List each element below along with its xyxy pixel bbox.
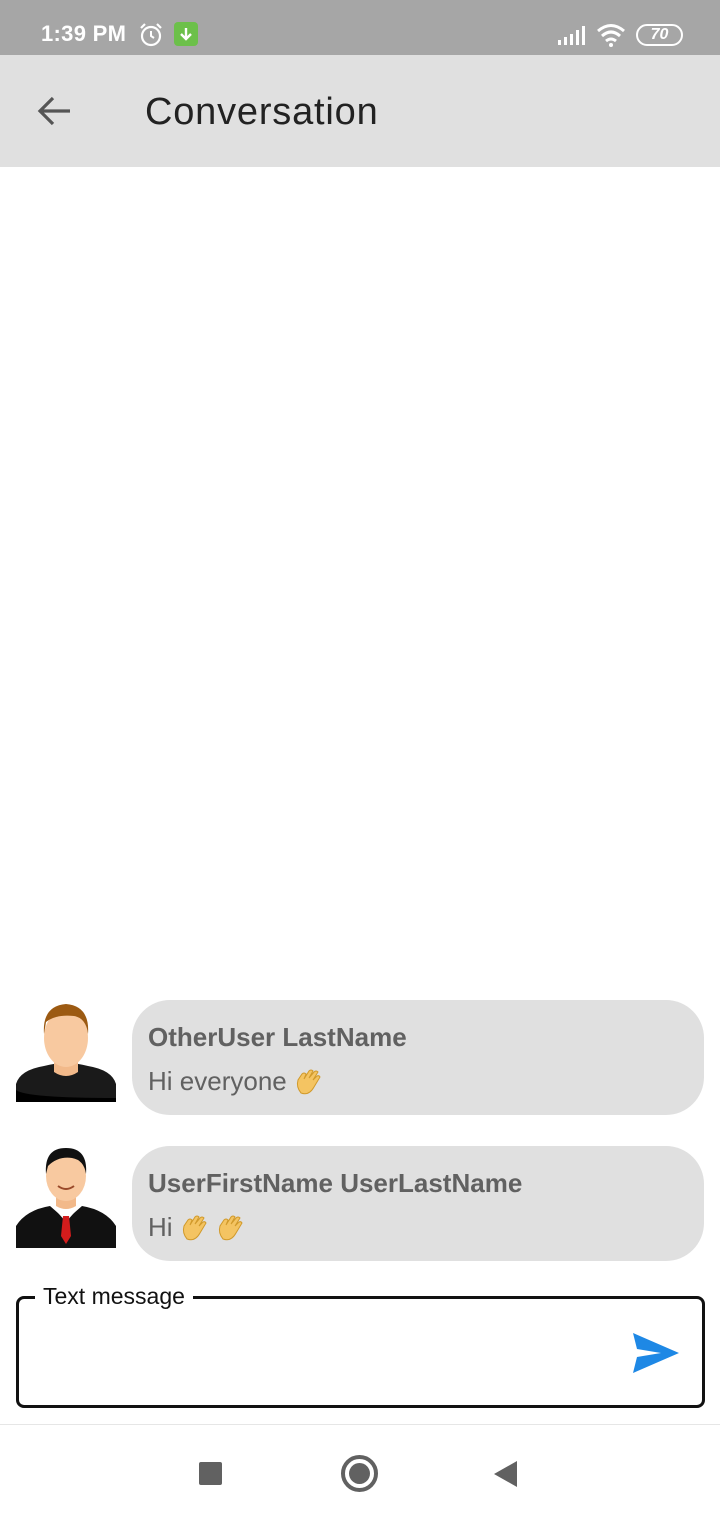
wifi-icon [597, 24, 625, 47]
message-text-row: Hi [148, 1212, 245, 1243]
message-text: Hi everyone [148, 1066, 287, 1096]
download-icon [174, 22, 198, 46]
back-icon[interactable] [494, 1461, 517, 1487]
waving-hand-icon [296, 1069, 321, 1094]
message-text-row: Hi everyone [148, 1066, 323, 1097]
waving-hand-icon [182, 1215, 207, 1240]
back-button[interactable] [26, 85, 82, 137]
page-title: Conversation [145, 91, 379, 133]
message-item: OtherUser LastName Hi everyone [0, 1000, 720, 1115]
arrow-left-icon [37, 96, 70, 126]
sender-name: OtherUser LastName [148, 1022, 407, 1052]
avatar-other-user [16, 1004, 116, 1102]
signal-icon [558, 26, 585, 45]
system-nav-bar [0, 1424, 720, 1520]
sender-name: UserFirstName UserLastName [148, 1168, 523, 1198]
battery-icon: 70 [636, 24, 683, 46]
message-input[interactable] [33, 1329, 613, 1379]
avatar-current-user [16, 1148, 116, 1248]
recents-icon[interactable] [199, 1462, 222, 1485]
home-icon[interactable] [341, 1455, 378, 1492]
battery-level: 70 [650, 26, 669, 43]
message-bubble[interactable]: OtherUser LastName Hi everyone [132, 1000, 704, 1115]
message-bubble[interactable]: UserFirstName UserLastName Hi [132, 1146, 704, 1261]
status-bar: 1:39 PM 70 [0, 0, 720, 55]
message-item: UserFirstName UserLastName Hi [0, 1146, 720, 1261]
composer-label: Text message [35, 1283, 193, 1310]
waving-hand-icon [218, 1215, 243, 1240]
send-icon[interactable] [631, 1331, 681, 1375]
message-composer: Text message [16, 1283, 705, 1408]
app-bar: Conversation [0, 55, 720, 167]
status-time: 1:39 PM [41, 21, 127, 46]
alarm-icon [140, 23, 162, 47]
message-text: Hi [148, 1212, 173, 1242]
